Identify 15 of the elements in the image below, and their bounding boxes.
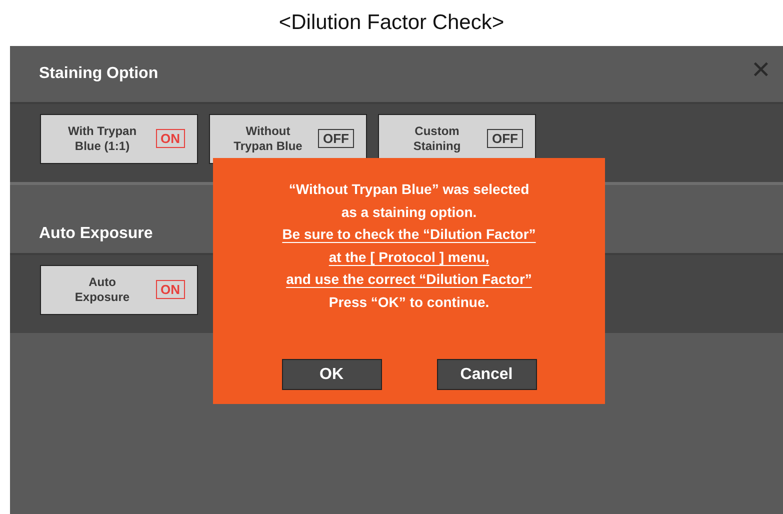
ok-button[interactable]: OK <box>282 359 382 390</box>
dialog-message-line: Press “OK” to continue. <box>328 292 490 312</box>
option-button[interactable]: Without Trypan Blue OFF <box>209 114 367 164</box>
dialog-message-line: as a staining option. <box>341 202 477 222</box>
toggle-indicator: OFF <box>318 129 354 148</box>
dialog-message-line: and use the correct “Dilution Factor” <box>286 270 532 289</box>
option-button[interactable]: With Trypan Blue (1:1) ON <box>40 114 198 164</box>
page-title: <Dilution Factor Check> <box>278 10 506 36</box>
toggle-indicator: ON <box>156 129 185 148</box>
option-button[interactable]: Auto Exposure ON <box>40 264 198 314</box>
dialog-message-line: “Without Trypan Blue” was selected <box>288 180 530 199</box>
cancel-button[interactable]: Cancel <box>436 359 536 390</box>
dialog-message-line: Be sure to check the “Dilution Factor” <box>282 225 536 244</box>
toggle-indicator: OFF <box>487 129 523 148</box>
toggle-indicator: ON <box>156 280 185 299</box>
